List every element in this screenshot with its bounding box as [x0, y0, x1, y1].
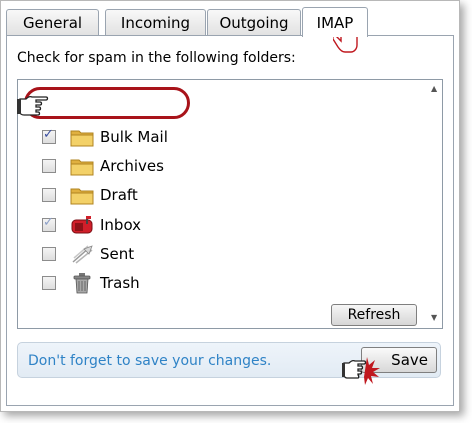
sent-icon [72, 245, 93, 264]
folder-label: Trash [100, 274, 140, 292]
pointing-hand-icon [17, 95, 49, 116]
folder-icon [70, 130, 94, 147]
folder-icon [70, 188, 94, 205]
settings-window: General Incoming Outgoing IMAP Check for… [0, 0, 460, 412]
folder-item-draft[interactable]: Draft [42, 183, 138, 207]
draft-checkbox[interactable] [42, 188, 56, 202]
folder-item-trash[interactable]: Trash [42, 271, 140, 295]
folder-icon [70, 159, 94, 176]
scroll-up-icon[interactable]: ▲ [431, 84, 437, 93]
inbox-checkbox[interactable] [42, 215, 56, 232]
folder-item-sent[interactable]: Sent [42, 242, 134, 266]
folder-label: Sent [100, 245, 135, 263]
folder-item-inbox[interactable]: Inbox [42, 213, 141, 237]
refresh-button[interactable]: Refresh [331, 304, 417, 326]
sent-checkbox[interactable] [42, 247, 56, 261]
tab-outgoing[interactable]: Outgoing [207, 9, 301, 35]
mailbox-icon [71, 216, 93, 234]
trash-checkbox[interactable] [42, 276, 56, 290]
folder-label: Inbox [100, 216, 142, 234]
instruction-text: Check for spam in the following folders: [17, 50, 296, 66]
folder-item-archives[interactable]: Archives [42, 154, 164, 178]
bulk-mail-checkbox[interactable] [42, 127, 56, 144]
tab-incoming[interactable]: Incoming [105, 9, 206, 35]
trash-icon [73, 273, 91, 294]
folder-label: Draft [100, 186, 138, 204]
folder-item-bulk-mail[interactable]: Bulk Mail [42, 125, 168, 149]
tab-imap[interactable]: IMAP [302, 7, 368, 37]
folder-label: Archives [100, 157, 164, 175]
save-reminder: Don't forget to save your changes. [28, 353, 272, 369]
scroll-down-icon[interactable]: ▼ [431, 313, 437, 322]
tab-general[interactable]: General [6, 9, 99, 35]
click-hand-icon [342, 357, 380, 385]
folder-label: Bulk Mail [100, 128, 168, 146]
folder-list-scrollbar[interactable]: ▲ ▼ [428, 80, 442, 328]
archives-checkbox[interactable] [42, 159, 56, 173]
